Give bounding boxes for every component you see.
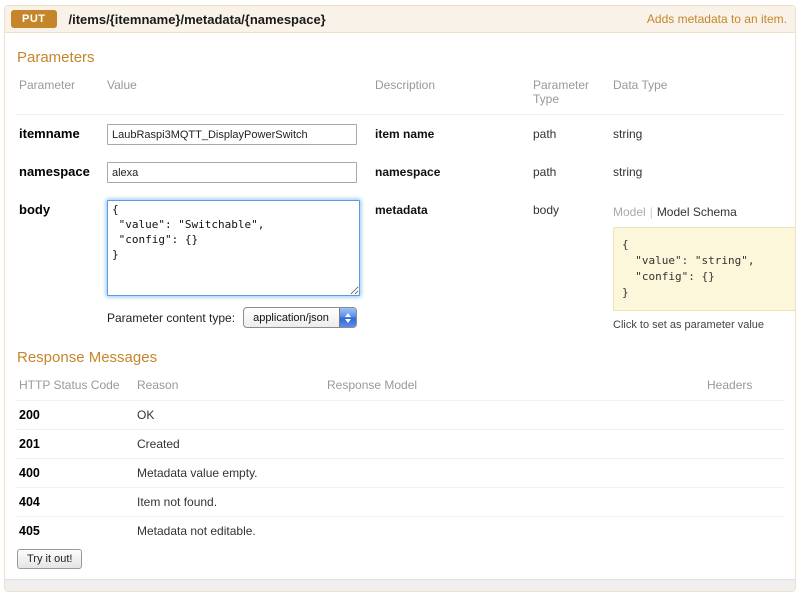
select-stepper-icon [338,308,356,327]
col-reason: Reason [137,377,179,392]
col-response-model: Response Model [327,377,418,392]
body-textarea[interactable]: { "value": "Switchable", "config": {} } [107,200,360,296]
param-row-body: body { "value": "Switchable", "config": … [15,191,795,339]
parameters-table-header: Parameter Value Description Parameter Ty… [15,76,785,115]
status-code: 404 [19,494,40,509]
response-row-201: 201 Created [15,430,785,459]
http-method-badge: PUT [11,10,57,28]
col-status-code: HTTP Status Code [19,377,120,392]
content-type-value: application/json [253,311,329,324]
status-code: 400 [19,465,40,480]
parameters-heading: Parameters [17,49,95,66]
endpoint-panel: PUT /items/{itemname}/metadata/{namespac… [4,5,796,592]
status-code: 405 [19,523,40,538]
param-description: item name [375,127,435,141]
response-area-strip [5,578,795,591]
namespace-input[interactable] [107,162,357,183]
param-row-namespace: namespace namespace path string [15,153,785,191]
endpoint-header[interactable]: PUT /items/{itemname}/metadata/{namespac… [5,6,795,33]
snippet-hint: Click to set as parameter value [613,318,765,331]
content-type-select[interactable]: application/json [243,307,357,328]
col-parameter-type: Parameter Type [533,78,590,106]
endpoint-body: Parameters Parameter Value Description P… [5,33,795,579]
param-row-itemname: itemname item name path string [15,115,785,153]
tab-separator: | [649,205,653,219]
reason: Created [137,436,180,451]
model-schema-cell: Model | Model Schema { "value": "string", … [613,200,795,331]
col-parameter: Parameter [19,78,76,92]
model-schema-snippet[interactable]: { "value": "string", "config": {} } [613,227,795,311]
reason: Metadata value empty. [137,465,258,480]
status-code: 201 [19,436,40,451]
response-row-200: 200 OK [15,401,785,430]
responses-table-header: HTTP Status Code Reason Response Model H… [15,376,785,401]
reason: Metadata not editable. [137,523,256,538]
col-data-type: Data Type [613,78,668,92]
tab-model-schema[interactable]: Model Schema [657,205,737,219]
param-name: itemname [19,126,80,141]
endpoint-summary: Adds metadata to an item. [646,12,787,26]
param-description: metadata [375,203,428,217]
col-description: Description [375,78,436,92]
status-code: 200 [19,407,40,422]
try-it-out-button[interactable]: Try it out! [17,548,83,569]
param-data-type: string [613,127,643,141]
itemname-input[interactable] [107,124,357,145]
param-type: body [533,203,560,217]
tab-model[interactable]: Model [613,205,646,219]
param-description: namespace [375,165,441,179]
col-headers: Headers [707,377,753,392]
response-row-404: 404 Item not found. [15,488,785,517]
response-row-400: 400 Metadata value empty. [15,459,785,488]
param-name: namespace [19,164,90,179]
param-type: path [533,165,557,179]
param-data-type: string [613,165,643,179]
response-messages-heading: Response Messages [17,348,158,366]
content-type-label: Parameter content type: [107,310,236,325]
response-row-405: 405 Metadata not editable. [15,517,785,545]
reason: Item not found. [137,494,218,509]
reason: OK [137,407,155,422]
param-type: path [533,127,557,141]
param-name: body [19,202,51,217]
col-value: Value [107,78,137,92]
endpoint-path[interactable]: /items/{itemname}/metadata/{namespace} [69,12,326,27]
